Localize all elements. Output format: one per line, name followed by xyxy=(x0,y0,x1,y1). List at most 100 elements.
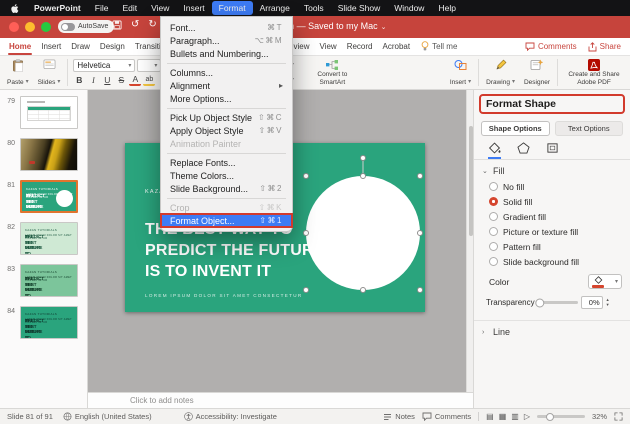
font-size-dropdown-icon[interactable]: ▾ xyxy=(154,63,157,69)
radio-icon[interactable] xyxy=(489,242,498,251)
title-chevron-icon[interactable]: ⌄ xyxy=(381,24,387,31)
menu-item-more-options[interactable]: More Options... xyxy=(161,92,292,105)
radio-icon[interactable] xyxy=(489,182,498,191)
slide-thumbnail-82[interactable]: KAZAN TUTORIALS THE BEST WAY TO PREDICT … xyxy=(20,222,78,255)
menu-item-bullets-numbering[interactable]: Bullets and Numbering... xyxy=(161,47,292,60)
language-button[interactable]: English (United States) xyxy=(63,412,152,421)
slide-caption-text[interactable]: LOREM IPSUM DOLOR SIT AMET CONSECTETUR xyxy=(145,293,302,298)
tab-insert[interactable]: Insert xyxy=(36,38,66,55)
fill-option-no-fill[interactable]: No fill xyxy=(474,179,630,194)
fill-option-pattern-fill[interactable]: Pattern fill xyxy=(474,239,630,254)
convert-to-smartart-button[interactable]: Convert to SmartArt xyxy=(307,58,357,87)
menu-item-columns[interactable]: Columns... xyxy=(161,66,292,79)
menubar-item-slide-show[interactable]: Slide Show xyxy=(331,1,388,15)
underline-button[interactable]: U xyxy=(101,74,113,86)
tab-view[interactable]: View xyxy=(315,38,342,55)
tell-me-search[interactable]: Tell me xyxy=(421,41,457,52)
tab-text-options[interactable]: Text Options xyxy=(555,121,624,136)
font-size-combo[interactable]: ▾ xyxy=(137,59,161,72)
resize-handle-e[interactable] xyxy=(417,230,423,236)
comments-toggle-button[interactable]: Comments xyxy=(422,412,471,421)
menubar-item-arrange[interactable]: Arrange xyxy=(253,1,297,15)
transparency-stepper[interactable]: ▲▼ xyxy=(606,298,610,307)
selected-circle-shape[interactable] xyxy=(306,176,420,290)
zoom-percentage[interactable]: 32% xyxy=(592,412,607,421)
paste-dropdown-icon[interactable]: ▾ xyxy=(26,79,29,85)
slide-thumbnail-83[interactable]: KAZAN TUTORIALS THE BEST WAY TO PREDICT … xyxy=(20,264,78,297)
resize-handle-nw[interactable] xyxy=(303,173,309,179)
resize-handle-w[interactable] xyxy=(303,230,309,236)
reading-view-button[interactable]: ▥ xyxy=(511,412,519,421)
font-color-button[interactable]: A xyxy=(129,74,141,86)
slide-thumbnail-84[interactable]: KAZAN TUTORIALS THE BEST WAY TO PREDICT … xyxy=(20,306,78,339)
comments-button[interactable]: Comments xyxy=(525,42,577,51)
color-dropdown-icon[interactable]: ▾ xyxy=(615,279,618,285)
fill-option-gradient-fill[interactable]: Gradient fill xyxy=(474,209,630,224)
menubar-item-tools[interactable]: Tools xyxy=(297,1,331,15)
zoom-slider-knob[interactable] xyxy=(546,413,554,421)
menu-item-format-object[interactable]: Format Object...⇧⌘1 xyxy=(161,214,292,227)
drawing-button[interactable]: Drawing▾ xyxy=(484,58,517,87)
fill-line-icon[interactable] xyxy=(488,142,501,159)
menubar-item-help[interactable]: Help xyxy=(431,1,462,15)
tab-draw[interactable]: Draw xyxy=(66,38,95,55)
slides-dropdown-icon[interactable]: ▾ xyxy=(57,79,60,85)
slide-sorter-view-button[interactable]: ▦ xyxy=(499,412,507,421)
menubar-item-insert[interactable]: Insert xyxy=(176,1,211,15)
bold-button[interactable]: B xyxy=(73,74,85,86)
notes-bar[interactable]: Click to add notes xyxy=(88,392,473,408)
effects-icon[interactable] xyxy=(517,142,530,159)
tab-design[interactable]: Design xyxy=(95,38,130,55)
insert-button[interactable]: Insert▾ xyxy=(448,58,473,87)
fill-option-solid-fill[interactable]: Solid fill xyxy=(474,194,630,209)
radio-icon[interactable] xyxy=(489,227,498,236)
resize-handle-ne[interactable] xyxy=(417,173,423,179)
size-properties-icon[interactable] xyxy=(546,142,559,159)
paste-button[interactable]: Paste▾ xyxy=(5,58,31,87)
radio-icon[interactable] xyxy=(489,212,498,221)
fit-slide-icon[interactable] xyxy=(614,412,623,421)
fill-option-picture-texture-fill[interactable]: Picture or texture fill xyxy=(474,224,630,239)
menu-item-paragraph[interactable]: Paragraph...⌥⌘M xyxy=(161,34,292,47)
menu-item-replace-fonts[interactable]: Replace Fonts... xyxy=(161,156,292,169)
fill-option-slide-background-fill[interactable]: Slide background fill xyxy=(474,254,630,269)
resize-handle-s[interactable] xyxy=(360,287,366,293)
menu-item-apply-object-style[interactable]: Apply Object Style⇧⌘V xyxy=(161,124,292,137)
designer-button[interactable]: Designer xyxy=(522,58,552,87)
canvas-scrollbar[interactable] xyxy=(466,90,473,392)
menubar-item-view[interactable]: View xyxy=(144,1,176,15)
line-section-header[interactable]: › Line xyxy=(474,321,630,340)
radio-icon[interactable] xyxy=(489,257,498,266)
slider-knob[interactable] xyxy=(535,298,544,307)
rotation-handle[interactable] xyxy=(360,155,366,161)
share-button[interactable]: Share xyxy=(588,42,621,52)
fill-section-header[interactable]: ⌄ Fill xyxy=(474,160,630,179)
font-name-combo[interactable]: Helvetica▾ xyxy=(73,59,135,72)
resize-handle-n[interactable] xyxy=(360,173,366,179)
tab-acrobat[interactable]: Acrobat xyxy=(378,38,416,55)
accessibility-button[interactable]: Accessibility: Investigate xyxy=(184,412,277,421)
tab-home[interactable]: Home xyxy=(4,38,36,55)
resize-handle-se[interactable] xyxy=(417,287,423,293)
slide-thumbnail-80[interactable] xyxy=(20,138,78,171)
slideshow-view-button[interactable]: ▷ xyxy=(524,412,530,421)
zoom-slider[interactable] xyxy=(537,415,585,418)
menubar-item-file[interactable]: File xyxy=(88,1,116,15)
transparency-value[interactable]: 0% xyxy=(581,296,603,309)
create-share-adobe-pdf-button[interactable]: Create and Share Adobe PDF xyxy=(563,58,625,87)
menubar-item-powerpoint[interactable]: PowerPoint xyxy=(27,1,88,15)
tab-record[interactable]: Record xyxy=(342,38,378,55)
highlight-button[interactable]: ab xyxy=(143,74,155,86)
menu-item-theme-colors[interactable]: Theme Colors... xyxy=(161,169,292,182)
font-name-dropdown-icon[interactable]: ▾ xyxy=(128,63,131,69)
menubar-item-edit[interactable]: Edit xyxy=(115,1,144,15)
slide-thumbnail-79[interactable] xyxy=(20,96,78,129)
drawing-dropdown-icon[interactable]: ▾ xyxy=(512,79,515,85)
color-picker-button[interactable]: ▾ xyxy=(588,274,622,289)
scrollbar-thumb[interactable] xyxy=(469,126,473,236)
radio-selected-icon[interactable] xyxy=(489,197,498,206)
menu-item-font[interactable]: Font...⌘T xyxy=(161,21,292,34)
apple-menu[interactable] xyxy=(4,3,27,14)
normal-view-button[interactable]: ▤ xyxy=(486,412,494,421)
slide-thumbnail-81-selected[interactable]: KAZAN TUTORIALS THE BEST WAY TO PREDICT … xyxy=(20,180,78,213)
